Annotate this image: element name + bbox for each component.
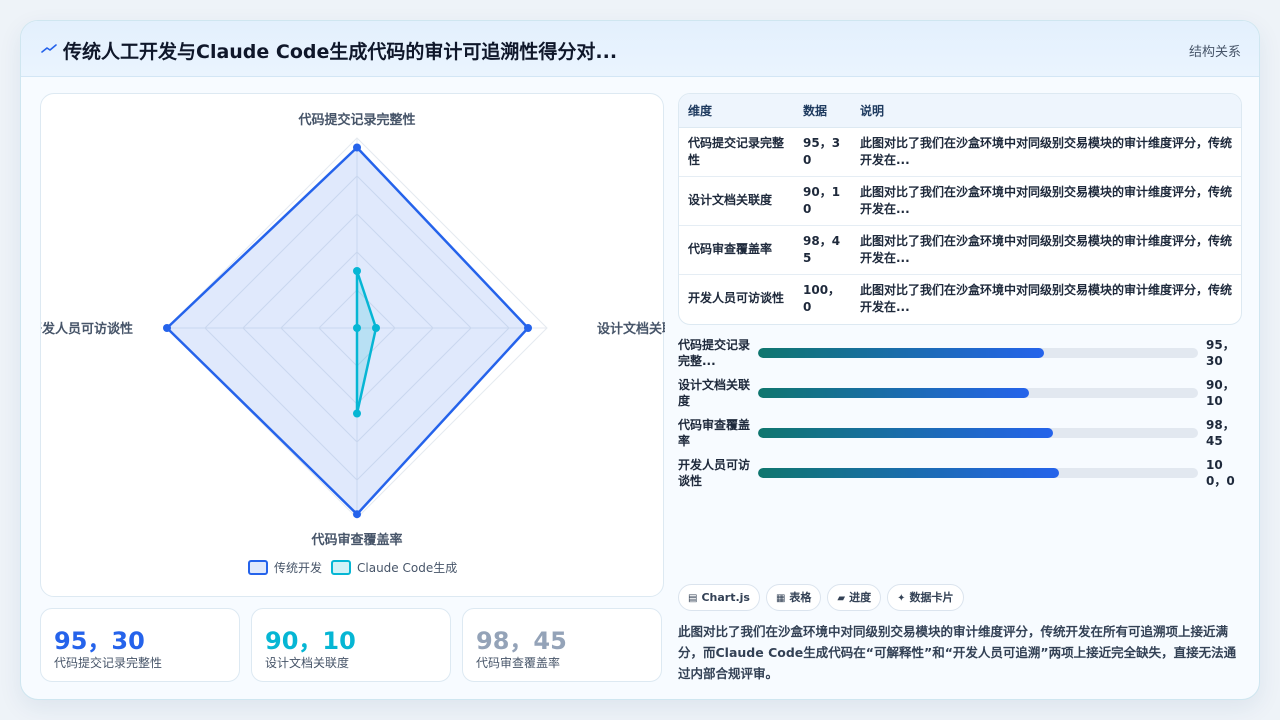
- chip-label: 表格: [789, 591, 812, 604]
- progress-row: 代码提交记录完整... 95，30: [678, 335, 1242, 371]
- progress-value: 100，0: [1206, 458, 1235, 488]
- radar-chart: 代码提交记录完整性设计文档关联度代码审查覆盖率 开发人员可访谈性传统开发 Claud…: [41, 112, 665, 575]
- cell-description: 此图对比了我们在沙盒环境中对同级别交易模块的审计维度评分，传统开发在...: [860, 233, 1232, 265]
- dashboard-card: 传统人工开发与Claude Code生成代码的审计可追溯性得分对... 结构关系…: [20, 20, 1260, 700]
- legend-label: Claude Code生成: [357, 561, 457, 575]
- data-point: [353, 409, 361, 418]
- cell-dimension: 代码提交记录完整性: [688, 135, 785, 167]
- table-row: 代码审查覆盖率 98，45 此图对比了我们在沙盒环境中对同级别交易模块的审计维度…: [679, 225, 1241, 274]
- progress-fill: [758, 388, 1029, 398]
- sparkle-icon: ✦: [897, 593, 906, 604]
- table-icon: ▦: [775, 593, 786, 604]
- tech-chips: ▤ Chart.js ▦ 表格 ▰ 进度 ✦ 数据卡片: [678, 584, 970, 612]
- stat-label: 代码提交记录完整性: [54, 656, 163, 670]
- progress-icon: ▰: [837, 593, 846, 604]
- cell-data: 100，0: [803, 282, 841, 314]
- stat-value: 98，45: [476, 627, 567, 655]
- column-header: 说明: [851, 94, 1241, 128]
- column-header: 维度: [679, 94, 794, 128]
- progress-label: 开发人员可访谈性: [678, 458, 751, 488]
- cell-data: 95，30: [803, 135, 841, 167]
- progress-value: 98，45: [1206, 418, 1235, 448]
- progress-label: 代码提交记录完整...: [678, 338, 751, 368]
- progress-track: [758, 348, 1198, 358]
- progress-label: 代码审查覆盖率: [678, 418, 751, 448]
- cell-description: 此图对比了我们在沙盒环境中对同级别交易模块的审计维度评分，传统开发在...: [860, 184, 1232, 216]
- progress-fill: [758, 348, 1044, 358]
- data-point: [372, 324, 380, 332]
- data-point: [353, 267, 361, 275]
- progress-fill: [758, 468, 1060, 478]
- description-text: 此图对比了我们在沙盒环境中对同级别交易模块的审计维度评分，传统开发在所有可追溯项…: [678, 624, 1237, 681]
- table-header-row: 维度 数据 说明: [679, 94, 1241, 128]
- progress-row: 代码审查覆盖率 98，45: [678, 415, 1242, 451]
- axis-label: 设计文档关联度: [597, 321, 665, 337]
- cell-data: 90，10: [803, 184, 841, 216]
- progress-track: [758, 388, 1198, 398]
- data-point: [353, 143, 361, 152]
- axis-label: 开发人员可访谈性: [41, 321, 133, 337]
- legend-swatch: [331, 560, 351, 575]
- table-row: 代码提交记录完整性 95，30 此图对比了我们在沙盒环境中对同级别交易模块的审计…: [679, 127, 1241, 176]
- cell-dimension: 设计文档关联度: [688, 193, 773, 207]
- progress-value: 95，30: [1206, 338, 1235, 368]
- stat-card: 95，30 代码提交记录完整性: [40, 608, 240, 682]
- chip-label: 进度: [849, 591, 872, 604]
- progress-track: [758, 468, 1198, 478]
- chip-label: 数据卡片: [909, 591, 954, 604]
- chart-icon: ▤: [688, 593, 698, 604]
- stat-value: 90，10: [265, 627, 356, 655]
- chip-table[interactable]: ▦ 表格: [765, 584, 822, 611]
- chip-chartjs[interactable]: ▤ Chart.js: [678, 584, 760, 611]
- header-tag: 结构关系: [1188, 45, 1241, 60]
- radar-chart-panel: 代码提交记录完整性设计文档关联度代码审查覆盖率 开发人员可访谈性传统开发 Claud…: [40, 93, 665, 597]
- stat-value: 95，30: [54, 627, 145, 655]
- table-row: 开发人员可访谈性 100，0 此图对比了我们在沙盒环境中对同级别交易模块的审计维…: [679, 274, 1241, 323]
- stat-card: 98，45 代码审查覆盖率: [462, 608, 662, 682]
- cell-description: 此图对比了我们在沙盒环境中对同级别交易模块的审计维度评分，传统开发在...: [860, 282, 1232, 314]
- progress-row: 设计文档关联度 90，10: [678, 375, 1242, 411]
- trend-line-icon: [41, 44, 57, 53]
- stat-label: 代码审查覆盖率: [476, 656, 561, 670]
- cell-dimension: 开发人员可访谈性: [688, 291, 785, 306]
- axis-label: 代码提交记录完整性: [297, 112, 415, 128]
- data-point: [353, 324, 361, 332]
- cell-description: 此图对比了我们在沙盒环境中对同级别交易模块的审计维度评分，传统开发在...: [860, 135, 1232, 167]
- legend-label: 传统开发: [274, 560, 322, 575]
- data-point: [353, 510, 361, 519]
- chip-label: Chart.js: [701, 591, 750, 604]
- cell-data: 98，45: [803, 233, 841, 265]
- progress-row: 开发人员可访谈性 100，0: [678, 455, 1242, 491]
- data-point: [163, 324, 171, 332]
- page-title: 传统人工开发与Claude Code生成代码的审计可追溯性得分对...: [63, 41, 618, 63]
- series-area: [165, 146, 530, 516]
- column-header: 数据: [794, 94, 851, 128]
- data-table: 维度 数据 说明 代码提交记录完整性 95，30 此图对比了我们在沙盒环境中对同…: [678, 93, 1242, 325]
- stat-label: 设计文档关联度: [265, 656, 350, 670]
- legend-swatch: [248, 560, 268, 575]
- chip-data-card[interactable]: ✦ 数据卡片: [887, 584, 964, 611]
- chip-progress[interactable]: ▰ 进度: [827, 584, 882, 611]
- data-point: [524, 324, 532, 332]
- progress-fill: [758, 428, 1053, 438]
- cell-dimension: 代码审查覆盖率: [688, 242, 773, 256]
- header: 传统人工开发与Claude Code生成代码的审计可追溯性得分对... 结构关系: [21, 21, 1259, 77]
- progress-label: 设计文档关联度: [678, 378, 751, 408]
- table-row: 设计文档关联度 90，10 此图对比了我们在沙盒环境中对同级别交易模块的审计维度…: [679, 176, 1241, 225]
- progress-track: [758, 428, 1198, 438]
- stat-card: 90，10 设计文档关联度: [251, 608, 451, 682]
- axis-label: 代码审查覆盖率: [310, 532, 402, 548]
- progress-value: 90，10: [1206, 378, 1235, 408]
